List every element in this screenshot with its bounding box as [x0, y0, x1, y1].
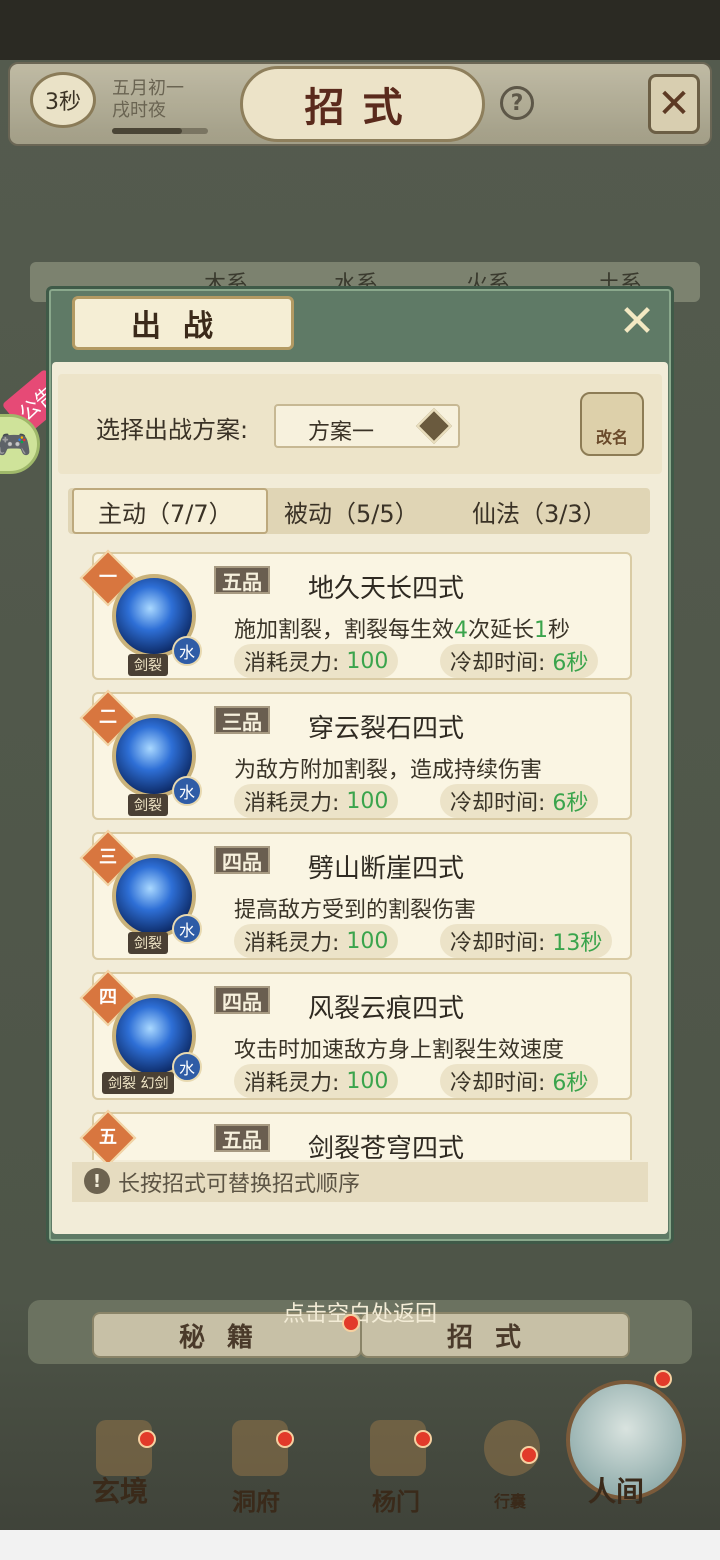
- nav-dongfu[interactable]: 洞府: [232, 1482, 280, 1517]
- scroll-icon: [96, 1420, 152, 1476]
- lantern-icon: [232, 1420, 288, 1476]
- rename-button[interactable]: 改名: [580, 392, 644, 456]
- time-progress-bar: [112, 128, 208, 134]
- skill-tag: 剑裂: [128, 932, 168, 954]
- element-water-icon: 水: [172, 914, 202, 944]
- skill-name: 穿云裂石四式: [308, 714, 465, 744]
- close-icon: ✕: [657, 81, 691, 127]
- grade-badge: 五品: [214, 1124, 270, 1152]
- modal-close-button[interactable]: ✕: [612, 295, 662, 347]
- skill-tag: 剑裂: [128, 794, 168, 816]
- skill-tag: 剑裂: [128, 654, 168, 676]
- red-dot-badge: [414, 1430, 432, 1448]
- mana-cost: 消耗灵力: 100: [234, 784, 399, 818]
- help-button[interactable]: ?: [500, 86, 534, 120]
- skill-tag: 剑裂 幻剑: [102, 1072, 175, 1094]
- close-page-button[interactable]: ✕: [648, 74, 700, 134]
- page-title: 招式: [240, 66, 485, 142]
- skill-desc: 提高敌方受到的割裂伤害: [234, 898, 477, 923]
- mana-cost: 消耗灵力: 100: [234, 644, 399, 678]
- nav-xingnang[interactable]: 行囊: [494, 1488, 526, 1512]
- skill-card-5[interactable]: 剑裂苍穹四式: [92, 1112, 632, 1160]
- close-icon: ✕: [618, 295, 656, 347]
- grade-badge: 三品: [214, 706, 270, 734]
- tab-passive-skills[interactable]: 被动（5/5）: [284, 488, 454, 534]
- tab-active-skills[interactable]: 主动（7/7）: [72, 488, 268, 534]
- system-nav-bar: [0, 1530, 720, 1560]
- skill-name: 劈山断崖四式: [308, 854, 465, 884]
- skill-desc: 攻击时加速敌方身上割裂生效速度: [234, 1038, 565, 1063]
- timer-badge: 3秒: [30, 72, 96, 128]
- element-water-icon: 水: [172, 636, 202, 666]
- skill-name: 地久天长四式: [308, 574, 465, 604]
- cooldown: 冷却时间: 13秒: [440, 924, 613, 958]
- grade-badge: 五品: [214, 566, 270, 594]
- cooldown: 冷却时间: 6秒: [440, 1064, 599, 1098]
- hint-text: 长按招式可替换招式顺序: [118, 1172, 361, 1197]
- skill-name: 剑裂苍穹四式: [308, 1134, 465, 1160]
- game-screen: 3秒 五月初一 戌时夜 招式 ? ✕ 木系 水系 火系 土系 公告 🎮 出战 ✕…: [0, 0, 720, 1560]
- mana-cost: 消耗灵力: 100: [234, 924, 399, 958]
- tab-immortal-skills[interactable]: 仙法（3/3）: [472, 488, 642, 534]
- dropdown-diamond-icon: [415, 407, 453, 445]
- element-water-icon: 水: [172, 776, 202, 806]
- nav-renjian[interactable]: 人间: [588, 1470, 644, 1510]
- skill-desc: 施加割裂，割裂每生效4次延长1秒: [234, 618, 571, 643]
- red-dot-badge: [342, 1314, 360, 1332]
- return-hint[interactable]: 点击空白处返回: [0, 1296, 720, 1328]
- grade-badge: 四品: [214, 986, 270, 1014]
- nav-yangmen[interactable]: 杨门: [372, 1482, 420, 1517]
- plan-label: 选择出战方案:: [96, 416, 249, 444]
- info-icon: !: [84, 1168, 110, 1194]
- banner-icon: [370, 1420, 426, 1476]
- status-bar: [0, 0, 720, 60]
- mana-cost: 消耗灵力: 100: [234, 1064, 399, 1098]
- modal-title: 出战: [72, 296, 294, 350]
- skill-desc: 为敌方附加割裂，造成持续伤害: [234, 758, 543, 783]
- skill-name: 风裂云痕四式: [308, 994, 465, 1024]
- grade-badge: 四品: [214, 846, 270, 874]
- red-dot-badge: [276, 1430, 294, 1448]
- red-dot-badge: [138, 1430, 156, 1448]
- nav-xuanjing[interactable]: 玄境: [92, 1470, 148, 1510]
- plan-value: 方案一: [308, 420, 375, 445]
- cooldown: 冷却时间: 6秒: [440, 644, 599, 678]
- plan-dropdown[interactable]: 方案一: [274, 404, 460, 448]
- red-dot-badge: [520, 1446, 538, 1464]
- date-line-2: 戌时夜: [112, 100, 166, 121]
- cooldown: 冷却时间: 6秒: [440, 784, 599, 818]
- red-dot-badge: [654, 1370, 672, 1388]
- element-water-icon: 水: [172, 1052, 202, 1082]
